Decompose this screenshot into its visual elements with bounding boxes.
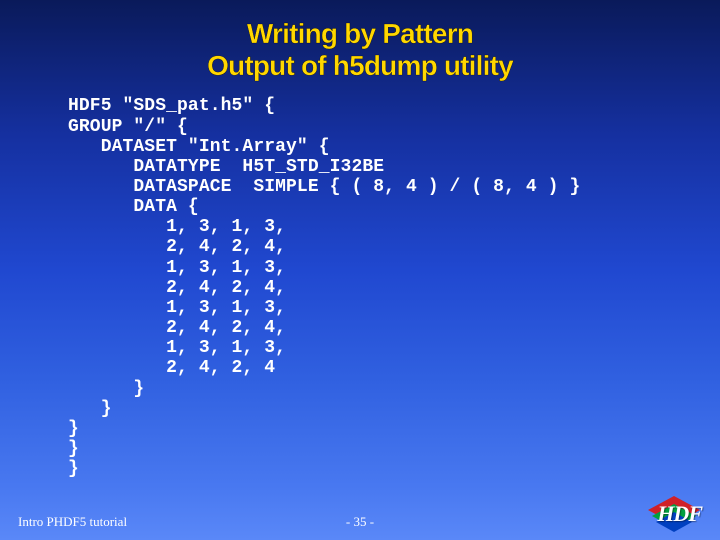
title-line-2: Output of h5dump utility [0, 50, 720, 82]
footer-left: Intro PHDF5 tutorial [18, 514, 127, 530]
title-line-1: Writing by Pattern [0, 18, 720, 50]
code-output: HDF5 "SDS_pat.h5" { GROUP "/" { DATASET … [0, 82, 720, 479]
slide-title: Writing by Pattern Output of h5dump util… [0, 0, 720, 82]
hdf-logo-text: HDF [657, 501, 702, 527]
page-number: - 35 - [346, 514, 374, 530]
